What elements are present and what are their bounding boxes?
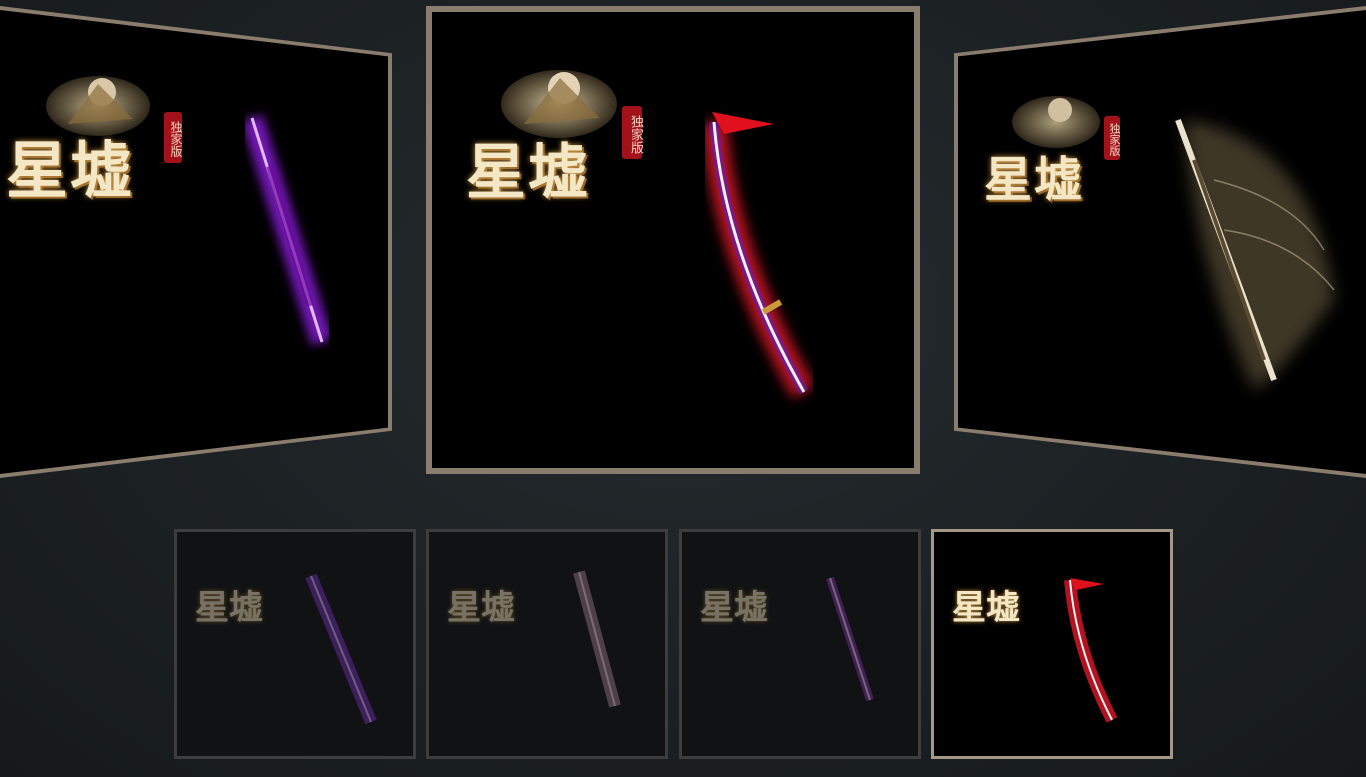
logo-title: 星墟 — [466, 138, 590, 208]
logo-seal: 独家版 — [164, 112, 183, 163]
logo-title: 星墟 — [447, 588, 515, 628]
thumbnail-2[interactable]: 星墟 — [426, 529, 668, 759]
thumbnail-3[interactable]: 星墟 — [679, 529, 921, 759]
thumbnail-4[interactable]: 星墟 — [931, 529, 1173, 759]
game-logo: 星墟 独家版 — [4, 64, 194, 207]
slide-previous-image: 星墟 独家版 — [0, 10, 388, 474]
game-logo: 星墟 独家版 — [976, 86, 1146, 216]
thumbnail-1[interactable]: 星墟 — [174, 529, 416, 759]
slide-previous[interactable]: 星墟 独家版 — [0, 6, 392, 478]
violet-greatsword-icon — [305, 573, 377, 725]
logo-title: 星墟 — [952, 588, 1020, 628]
logo-seal: 独家版 — [1104, 116, 1121, 160]
game-logo: 星墟 独家版 — [458, 58, 668, 218]
violet-blade-icon — [241, 114, 333, 346]
logo-title: 星墟 — [984, 152, 1085, 208]
violet-slim-blade-icon — [826, 576, 874, 702]
logo-title: 星墟 — [700, 588, 768, 628]
slide-next[interactable]: 星墟 独家版 — [954, 6, 1366, 478]
pink-serrated-blade-icon — [573, 570, 621, 708]
slide-next-image: 星墟 独家版 — [958, 10, 1366, 474]
logo-title: 星墟 — [195, 588, 263, 628]
golden-wind-blade-icon — [1175, 118, 1335, 390]
carousel-stage: 星墟 独家版 星墟 独家版 星墟 独家版 — [0, 0, 1366, 490]
slide-current[interactable]: 星墟 独家版 — [426, 6, 920, 474]
logo-seal: 独家版 — [622, 106, 643, 159]
crimson-katana-icon — [1064, 578, 1118, 723]
logo-title: 星墟 — [6, 134, 135, 207]
crimson-katana-icon — [701, 112, 816, 399]
